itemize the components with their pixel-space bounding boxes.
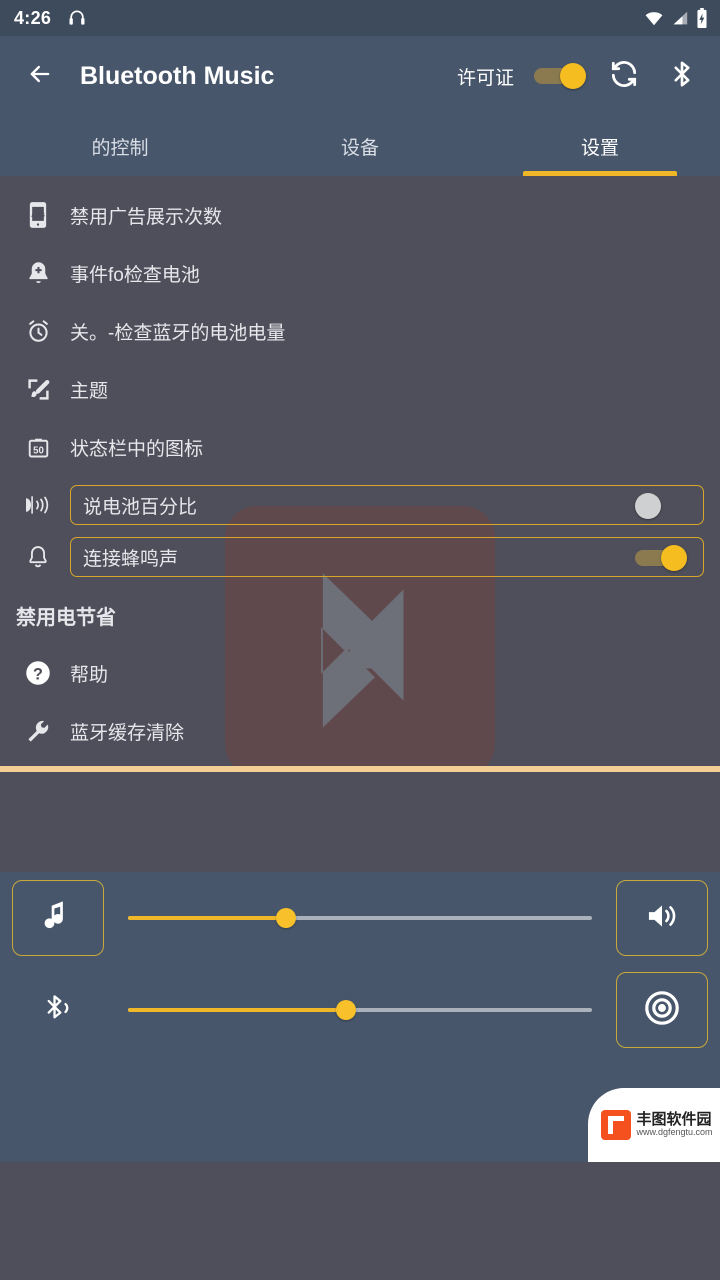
bell-plus-icon <box>16 260 60 287</box>
tab-bar: 的控制 设备 设置 <box>0 116 720 176</box>
refresh-icon <box>608 58 640 95</box>
fengtu-logo-icon <box>601 1110 632 1140</box>
battery-charging-icon <box>696 8 708 28</box>
bell-outline-icon <box>16 544 60 570</box>
volume-button[interactable] <box>616 880 708 956</box>
list-item-label: 关。-检查蓝牙的电池电量 <box>70 322 286 344</box>
slider-thumb[interactable] <box>275 908 296 928</box>
media-volume-slider[interactable] <box>128 905 592 931</box>
list-item-theme[interactable]: 主题 <box>0 360 720 418</box>
headset-icon <box>67 8 87 28</box>
list-item-label: 帮助 <box>70 664 109 686</box>
list-item-event-battery-check[interactable]: 事件fo检查电池 <box>0 244 720 302</box>
list-item-label: 说电池百分比 <box>83 496 198 518</box>
help-circle-icon: ? <box>16 658 60 688</box>
list-item-connect-beep[interactable]: 连接蜂鸣声 <box>0 534 720 580</box>
svg-text:?: ? <box>33 665 43 683</box>
list-item-label: 事件fo检查电池 <box>70 264 200 286</box>
music-note-icon <box>43 899 73 938</box>
status-bar-right-icons <box>644 0 708 36</box>
music-button[interactable] <box>12 880 104 956</box>
tab-label: 设备 <box>340 137 379 159</box>
list-item-label: 主题 <box>70 380 109 402</box>
tab-settings[interactable]: 设置 <box>480 116 720 176</box>
settings-content: ADS 禁用广告展示次数 事件fo检查电池 关。-检查蓝牙的电池电量 主题 50… <box>0 176 720 766</box>
section-header-disable-battery-saver: 禁用电节省 <box>0 586 720 644</box>
cellular-signal-icon <box>671 10 689 26</box>
toggle-knob <box>635 493 661 519</box>
license-label: 许可证 <box>456 67 514 89</box>
slider-fill <box>128 916 286 920</box>
status-bar-left-icons <box>67 8 87 28</box>
status-bar-time: 4:26 <box>14 7 52 28</box>
bluetooth-volume-slider[interactable] <box>128 997 592 1023</box>
speak-battery-percent-toggle[interactable] <box>633 493 689 519</box>
theme-brush-icon <box>16 376 60 403</box>
bluetooth-icon <box>667 58 697 95</box>
connect-beep-toggle[interactable] <box>633 545 689 571</box>
ads-phone-icon: ADS <box>16 201 60 229</box>
refresh-button[interactable] <box>602 54 646 98</box>
alarm-clock-icon <box>16 318 60 345</box>
speak-battery-percent-field[interactable]: 说电池百分比 <box>70 485 704 525</box>
license-toggle[interactable] <box>532 63 588 89</box>
speak-head-icon <box>16 492 60 518</box>
svg-text:50: 50 <box>33 445 44 456</box>
volume-up-icon <box>645 901 679 936</box>
headphone-button[interactable] <box>616 972 708 1048</box>
list-item-disable-ads[interactable]: ADS 禁用广告展示次数 <box>0 186 720 244</box>
toggle-knob <box>661 545 687 571</box>
connect-beep-field[interactable]: 连接蜂鸣声 <box>70 537 704 577</box>
toggle-knob <box>560 63 586 89</box>
tab-label: 的控制 <box>91 137 149 159</box>
watermark-title: 丰图软件园 <box>636 1111 712 1129</box>
tab-devices[interactable]: 设备 <box>240 116 480 176</box>
tab-controls[interactable]: 的控制 <box>0 116 240 176</box>
bluetooth-audio-button[interactable] <box>12 972 104 1048</box>
site-watermark: 丰图软件园 www.dgfengtu.com <box>588 1088 720 1162</box>
watermark-url: www.dgfengtu.com <box>636 1127 713 1138</box>
media-volume-row <box>12 872 708 964</box>
app-bar-actions: 许可证 <box>457 54 704 98</box>
list-item-speak-battery-percent[interactable]: 说电池百分比 <box>0 482 720 528</box>
tab-label: 设置 <box>580 137 619 159</box>
svg-text:ADS: ADS <box>31 212 45 219</box>
section-header-label: 禁用电节省 <box>16 606 116 629</box>
battery-50-icon: 50 <box>16 434 60 461</box>
headphone-circle-icon <box>643 989 681 1032</box>
app-bar: Bluetooth Music 许可证 <box>0 36 720 116</box>
panel-divider <box>0 766 720 772</box>
list-item-permissions[interactable]: 权限 <box>0 760 720 766</box>
back-button[interactable] <box>16 52 64 100</box>
slider-thumb[interactable] <box>336 1000 357 1020</box>
slider-fill <box>128 1008 347 1012</box>
list-item-help[interactable]: ? 帮助 <box>0 644 720 702</box>
watermark-text: 丰图软件园 www.dgfengtu.com <box>636 1112 712 1137</box>
bluetooth-volume-row <box>12 964 708 1056</box>
bluetooth-button[interactable] <box>660 54 704 98</box>
list-item-label: 禁用广告展示次数 <box>70 206 223 228</box>
bottom-control-panel: 丰图软件园 www.dgfengtu.com <box>0 872 720 1162</box>
list-item-label: 状态栏中的图标 <box>70 438 204 460</box>
list-item-statusbar-icons[interactable]: 50 状态栏中的图标 <box>0 418 720 476</box>
list-item-label: 连接蜂鸣声 <box>83 548 179 570</box>
list-item-bluetooth-cache-clear[interactable]: 蓝牙缓存清除 <box>0 702 720 760</box>
back-arrow-icon <box>26 60 54 93</box>
status-bar: 4:26 <box>0 0 720 36</box>
list-item-bluetooth-battery-level[interactable]: 关。-检查蓝牙的电池电量 <box>0 302 720 360</box>
bluetooth-audio-icon <box>43 990 73 1031</box>
wrench-icon <box>16 718 60 745</box>
wifi-icon <box>644 10 664 26</box>
list-item-label: 蓝牙缓存清除 <box>70 722 185 744</box>
page-title: Bluetooth Music <box>80 61 275 90</box>
